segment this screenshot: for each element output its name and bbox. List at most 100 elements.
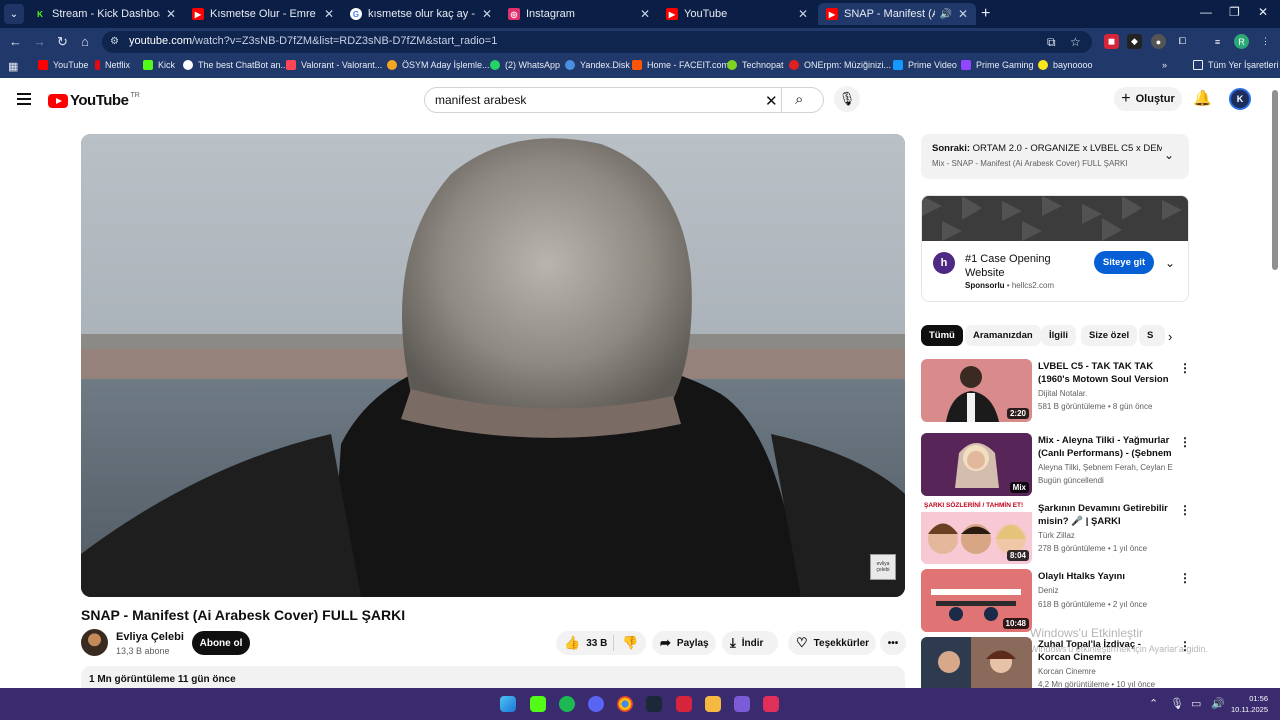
kebab-menu-icon[interactable]: ⋮: [1179, 435, 1191, 449]
windows-start-icon[interactable]: [500, 696, 516, 712]
spotify-icon[interactable]: [559, 696, 575, 712]
tray-overflow-icon[interactable]: ⌃: [1149, 697, 1158, 710]
search-input[interactable]: [435, 93, 755, 107]
app-icon[interactable]: [734, 696, 750, 712]
video-thumbnail[interactable]: 10:48: [921, 569, 1032, 632]
app-icon[interactable]: [763, 696, 779, 712]
thanks-button[interactable]: ♡ Teşekkürler: [788, 631, 876, 655]
tab-list-icon[interactable]: ≡: [1210, 34, 1225, 49]
chevron-down-icon[interactable]: ⌄: [1165, 256, 1175, 270]
bookmark-whatsapp[interactable]: (2) WhatsApp: [490, 60, 560, 70]
bookmark-chatbot[interactable]: The best ChatBot an...: [183, 60, 288, 70]
share-button[interactable]: ➦ Paylaş: [652, 631, 716, 655]
extension-icon[interactable]: ●: [1151, 34, 1166, 49]
subscribe-button[interactable]: Abone ol: [192, 631, 250, 655]
notifications-bell-icon[interactable]: 🔔: [1193, 89, 1212, 107]
channel-watermark[interactable]: evliya çelebi: [870, 554, 896, 580]
microphone-icon[interactable]: 🎙: [1170, 697, 1184, 710]
reload-icon[interactable]: ↻: [57, 34, 68, 50]
all-bookmarks-folder[interactable]: Tüm Yer İşaretleri: [1193, 60, 1279, 70]
chip-truncated[interactable]: S: [1139, 325, 1165, 346]
clear-search-icon[interactable]: ✕: [765, 92, 778, 110]
close-icon[interactable]: ✕: [798, 7, 808, 21]
tab-google[interactable]: G kısmetse olur kaç ay - Google'da Ara ✕: [342, 3, 500, 25]
sponsored-ad[interactable]: h #1 Case Opening Website Sponsorlu • he…: [921, 195, 1189, 302]
site-settings-icon[interactable]: ⚙: [110, 36, 122, 48]
video-thumbnail[interactable]: 2:20: [921, 359, 1032, 422]
window-close-icon[interactable]: ✕: [1258, 5, 1268, 19]
video-thumbnail[interactable]: ŞARKI SÖZLERİNİ / TAHMİN ET! 8:04: [921, 501, 1032, 564]
back-icon[interactable]: ←: [9, 34, 22, 49]
bookmark-prime-gaming[interactable]: Prime Gaming: [961, 60, 1034, 70]
files-icon[interactable]: [705, 696, 721, 712]
chevron-down-icon[interactable]: ⌄: [1164, 148, 1174, 162]
close-icon[interactable]: ✕: [640, 7, 650, 21]
home-icon[interactable]: ⌂: [81, 34, 89, 49]
up-next-panel[interactable]: Sonraki: ORTAM 2.0 - ORGANIZE x LVBEL C5…: [921, 134, 1189, 179]
bookmark-baynoooo[interactable]: baynoooo: [1038, 60, 1093, 70]
bookmark-osym[interactable]: ÖSYM Aday İşlemle...: [387, 60, 490, 70]
kebab-menu-icon[interactable]: ⋮: [1179, 361, 1191, 375]
video-player[interactable]: [81, 134, 905, 597]
puzzle-icon[interactable]: ⧠: [1175, 34, 1190, 49]
bookmark-youtube[interactable]: YouTube: [38, 60, 88, 70]
bookmark-yandex-disk[interactable]: Yandex.Disk: [565, 60, 630, 70]
address-bar[interactable]: ⚙ youtube.com/watch?v=Z3sNB-D7fZM&list=R…: [102, 31, 1092, 53]
volume-icon[interactable]: 🔊: [1211, 697, 1225, 710]
kebab-menu-icon[interactable]: ⋮: [1258, 34, 1273, 49]
bookmark-kick[interactable]: Kick: [143, 60, 175, 70]
install-app-icon[interactable]: ⧉: [1047, 35, 1056, 50]
apps-grid-icon[interactable]: ▦: [8, 60, 18, 73]
more-bookmarks-icon[interactable]: »: [1162, 60, 1167, 70]
tab-snap-manifest[interactable]: ▶ SNAP - Manifest (Ai Arabesk Cover) FUL…: [818, 3, 976, 25]
extension-icon[interactable]: ◆: [1127, 34, 1142, 49]
like-button[interactable]: 👍 33 B: [556, 635, 614, 651]
bookmark-netflix[interactable]: Netflix: [95, 60, 130, 70]
minimize-icon[interactable]: —: [1200, 5, 1212, 19]
profile-icon[interactable]: R: [1234, 34, 1249, 49]
youtube-logo[interactable]: YouTube TR: [48, 92, 140, 109]
chip-related[interactable]: İlgili: [1041, 325, 1076, 346]
visit-site-button[interactable]: Siteye git: [1094, 251, 1154, 274]
video-thumbnail[interactable]: Mix: [921, 433, 1032, 496]
bookmark-star-icon[interactable]: ☆: [1070, 35, 1081, 49]
bookmark-onerpm[interactable]: ONErpm: Müziğinizi...: [789, 60, 891, 70]
chip-from-search[interactable]: Aramanızdan: [965, 325, 1041, 346]
tab-youtube[interactable]: ▶ YouTube ✕: [658, 3, 816, 25]
bookmark-valorant[interactable]: Valorant - Valorant...: [286, 60, 382, 70]
bookmark-faceit[interactable]: Home - FACEIT.com: [632, 60, 729, 70]
restore-icon[interactable]: ❐: [1229, 5, 1240, 19]
recommendation-item[interactable]: Mix Mix - Aleyna Tilki - Yağmurlar (Canl…: [921, 433, 1191, 497]
extension-icon[interactable]: ◼: [1104, 34, 1119, 49]
close-icon[interactable]: ✕: [324, 7, 334, 21]
menu-icon[interactable]: [17, 93, 31, 105]
chrome-icon[interactable]: [617, 696, 633, 712]
forward-icon[interactable]: →: [33, 34, 46, 49]
close-icon[interactable]: ✕: [958, 7, 968, 21]
channel-avatar[interactable]: [81, 629, 108, 656]
search-icon[interactable]: ⌕: [795, 91, 803, 108]
recommendation-item[interactable]: 10:48 Olaylı Htalks Yayını Deniz 618 B g…: [921, 569, 1191, 633]
tab-kismetse[interactable]: ▶ Kısmetse Olur - Emre ve Şehmus ✕: [184, 3, 342, 25]
close-icon[interactable]: ✕: [482, 7, 492, 21]
tab-search-button[interactable]: ⌄: [4, 4, 24, 24]
kebab-menu-icon[interactable]: ⋮: [1179, 503, 1191, 517]
more-actions-button[interactable]: •••: [880, 631, 906, 655]
recommendation-item[interactable]: ŞARKI SÖZLERİNİ / TAHMİN ET! 8:04 Şarkın…: [921, 501, 1191, 565]
discord-icon[interactable]: [588, 696, 604, 712]
chevron-right-icon[interactable]: ›: [1168, 329, 1172, 344]
kick-app-icon[interactable]: [530, 696, 546, 712]
account-avatar[interactable]: K: [1229, 88, 1251, 110]
chip-all[interactable]: Tümü: [921, 325, 963, 346]
tab-instagram[interactable]: ◎ Instagram ✕: [500, 3, 658, 25]
network-icon[interactable]: ▭: [1191, 697, 1201, 710]
voice-search-icon[interactable]: 🎙: [834, 86, 860, 112]
dislike-button[interactable]: 👎: [614, 635, 638, 651]
tab-kick[interactable]: K Stream - Kick Dashboard ✕: [26, 3, 184, 25]
download-button[interactable]: ⤓ İndir: [722, 631, 778, 655]
speaker-icon[interactable]: 🔊: [939, 9, 951, 20]
create-button[interactable]: + Oluştur: [1114, 87, 1182, 111]
bookmark-prime-video[interactable]: Prime Video: [893, 60, 957, 70]
chip-for-you[interactable]: Size özel: [1081, 325, 1138, 346]
page-scrollbar[interactable]: [1272, 90, 1278, 270]
